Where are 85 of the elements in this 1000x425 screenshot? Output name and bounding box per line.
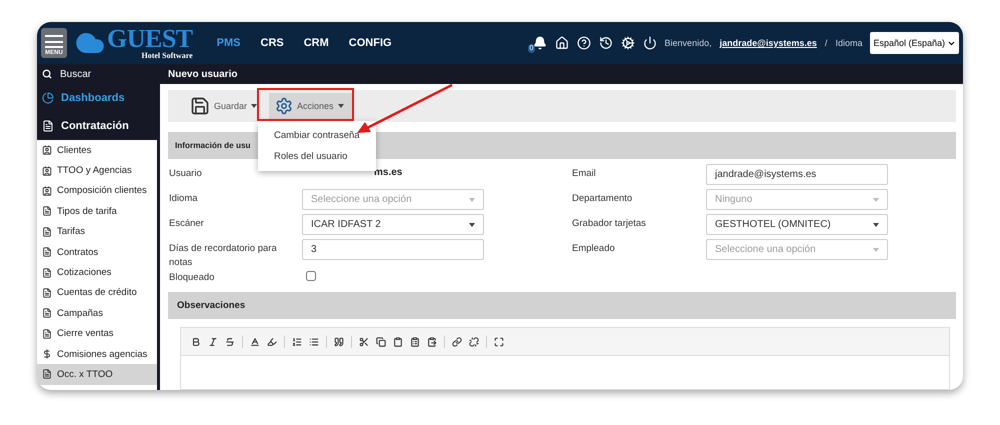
quote-icon[interactable] [334, 336, 344, 346]
link-icon[interactable] [452, 336, 462, 346]
sidebar-item[interactable]: Contratos [37, 242, 157, 262]
logo-name: GUEST [107, 26, 193, 52]
field-label: Escáner [169, 217, 205, 231]
field-label: Grabador tarjetas [572, 217, 647, 231]
gear-icon [275, 97, 294, 115]
sidebar-item[interactable]: Composición clientes [37, 180, 157, 202]
power-icon[interactable] [642, 36, 657, 50]
select-field[interactable]: GESTHOTEL (OMNITEC) [706, 214, 888, 235]
document-icon [42, 328, 52, 339]
sidebar-item[interactable]: Clientes [37, 140, 157, 160]
fullscreen-icon[interactable] [494, 336, 504, 346]
menu-item[interactable]: Roles del usuario [258, 146, 376, 167]
select-field[interactable]: ICAR IDFAST 2 [302, 214, 484, 235]
toolbar-button[interactable]: Acciones [269, 93, 352, 119]
italic-icon[interactable] [208, 336, 218, 346]
sidebar-item[interactable]: Tipos de tarifa [37, 201, 157, 222]
paste-word-icon[interactable] [427, 336, 437, 346]
field-label: Idioma [169, 192, 199, 206]
nav-link[interactable]: CRS [260, 37, 284, 49]
field-label: Departamento [572, 192, 634, 206]
document-icon [42, 268, 52, 278]
bold-icon[interactable] [191, 336, 201, 346]
sidebar-item[interactable]: Tarifas [37, 222, 157, 242]
search-icon [42, 69, 52, 79]
language-label: Idioma [835, 38, 862, 48]
paste-icon[interactable] [393, 336, 403, 346]
user-link[interactable]: jandrade@isystems.es [720, 38, 817, 48]
unlink-icon[interactable] [469, 336, 479, 346]
bullet-list-icon[interactable] [309, 336, 319, 346]
document-icon [42, 226, 52, 237]
sidebar-item[interactable]: Cuentas de crédito [37, 282, 157, 304]
sidebar-item[interactable]: Comisiones agencias [37, 344, 157, 364]
numbered-list-icon[interactable] [292, 336, 302, 346]
dollar-icon [42, 349, 52, 360]
checkbox[interactable] [306, 271, 316, 281]
text-color-icon[interactable] [250, 336, 260, 346]
history-icon[interactable] [598, 36, 613, 50]
dashboards-item[interactable]: Dashboards [37, 84, 157, 112]
document-icon [42, 308, 52, 318]
field-label: Usuario [169, 167, 203, 181]
nav-link[interactable]: CRM [304, 37, 329, 49]
settings-icon[interactable] [620, 36, 635, 50]
copy-icon[interactable] [376, 336, 386, 346]
input-field[interactable]: jandrade@isystems.es [706, 164, 888, 185]
sidebar-item[interactable]: Campañas [37, 303, 157, 324]
background-color-icon[interactable] [267, 336, 277, 346]
paste-text-icon[interactable] [410, 336, 420, 346]
document-icon [42, 369, 52, 380]
document-icon [42, 120, 54, 132]
field-label: Días de recordatorio para notas [169, 242, 278, 267]
section-header[interactable]: Contratación [37, 112, 157, 140]
strikethrough-icon[interactable] [225, 336, 235, 346]
nav-link[interactable]: CONFIG [348, 37, 392, 49]
logo-subtitle: Hotel Software [141, 52, 193, 60]
toolbar-button[interactable]: Guardar [184, 93, 266, 119]
home-icon[interactable] [554, 36, 569, 50]
menu-item[interactable]: Cambiar contraseña [258, 125, 376, 146]
pie-chart-icon [42, 92, 54, 104]
language-select[interactable]: Español (España) [870, 32, 959, 54]
bell-icon[interactable] [532, 36, 547, 50]
sidebar-item[interactable]: Cierre ventas [37, 324, 157, 344]
field-label: Email [572, 167, 597, 181]
contact-card-icon [42, 186, 52, 196]
sidebar-item[interactable]: TTOO y Agencias [37, 160, 157, 181]
sidebar-item[interactable]: Cotizaciones [37, 262, 157, 283]
cut-icon[interactable] [359, 336, 369, 346]
nav-link[interactable]: PMS [216, 37, 240, 49]
document-icon [42, 247, 52, 258]
sidebar-item[interactable]: Occ. x TTOO [37, 364, 157, 385]
input-field[interactable]: 3 [302, 239, 484, 260]
field-label: Empleado [572, 242, 616, 256]
contact-card-icon [42, 145, 52, 156]
help-icon[interactable] [576, 36, 591, 50]
page-title: Nuevo usuario [167, 68, 238, 80]
separator-text: / [824, 38, 828, 48]
document-icon [42, 288, 52, 298]
section-header: Observaciones [168, 292, 956, 319]
document-icon [42, 206, 52, 216]
welcome-text: Bienvenido, [664, 38, 712, 48]
search-field[interactable]: Buscar [37, 68, 158, 80]
field-label: Bloqueado [169, 271, 216, 285]
field-value: ms.es [373, 166, 404, 180]
contact-card-icon [42, 166, 52, 176]
